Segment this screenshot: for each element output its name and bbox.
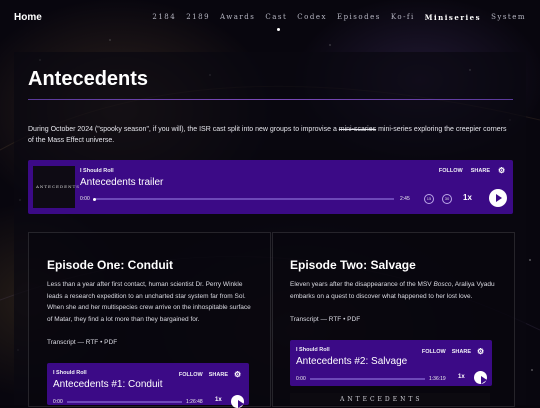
episode-title: Antecedents #2: Salvage (296, 356, 408, 367)
episode-1-transcript-links[interactable]: Transcript — RTF • PDF (47, 339, 117, 346)
player-actions: FOLLOW SHARE ⚙ (422, 347, 486, 356)
episode-1-title: Episode One: Conduit (47, 258, 173, 272)
playback-speed-button[interactable]: 1x (458, 374, 465, 380)
trailer-player: ANTECEDENTS I Should Roll Antecedents tr… (28, 160, 513, 214)
episode-title: Antecedents #1: Conduit (53, 379, 163, 390)
time-total: 2:45 (400, 196, 410, 202)
podcast-artwork: ANTECEDENTS (33, 166, 79, 208)
nav-item-system[interactable]: System (491, 13, 526, 22)
episode-2-ship-name: Bosco (433, 281, 452, 288)
skip-forward-icon[interactable]: 30 (442, 194, 452, 204)
play-icon[interactable] (489, 189, 507, 207)
player-actions: FOLLOW SHARE ⚙ (179, 370, 243, 379)
nav-item-episodes[interactable]: Episodes (337, 13, 381, 22)
nav-menu: 2184 2189 Awards Cast Codex Episodes Ko-… (152, 13, 526, 22)
follow-button[interactable]: FOLLOW (439, 168, 463, 174)
episode-2-description: Eleven years after the disappearance of … (290, 279, 500, 302)
nav-item-awards[interactable]: Awards (220, 13, 255, 22)
nav-item-cast[interactable]: Cast (265, 13, 287, 22)
intro-paragraph: During October 2024 ("spooky season", if… (28, 124, 513, 146)
home-link[interactable]: Home (14, 12, 42, 23)
episode-2-artwork-label: ANTECEDENTS (340, 396, 423, 403)
settings-icon[interactable]: ⚙ (234, 370, 243, 379)
intro-strikethrough: mini-scaries (338, 126, 377, 133)
play-icon[interactable] (474, 371, 487, 384)
episode-1-description: Less than a year after first contact, hu… (47, 281, 251, 323)
time-current: 0:00 (80, 196, 90, 202)
nav-item-2189[interactable]: 2189 (186, 13, 210, 22)
progress-knob[interactable] (93, 197, 96, 201)
podcast-publisher[interactable]: I Should Roll (53, 370, 87, 376)
playback-speed-button[interactable]: 1x (463, 193, 472, 202)
episode-2-player: I Should Roll FOLLOW SHARE ⚙ Antecedents… (290, 340, 492, 386)
progress-bar[interactable] (67, 401, 182, 403)
nav-item-codex[interactable]: Codex (297, 13, 327, 22)
progress-bar[interactable] (310, 378, 425, 380)
share-button[interactable]: SHARE (471, 168, 490, 174)
player-actions: FOLLOW SHARE ⚙ (439, 166, 507, 175)
nav-item-miniseries[interactable]: Miniseries (425, 13, 481, 22)
nav-item-kofi[interactable]: Ko-fi (391, 13, 415, 22)
title-divider (28, 99, 513, 100)
settings-icon[interactable]: ⚙ (477, 347, 486, 356)
episode-2-transcript-links[interactable]: Transcript — RTF • PDF (290, 316, 360, 323)
time-current: 0:00 (296, 376, 306, 382)
skip-back-icon[interactable]: 15 (424, 194, 434, 204)
time-current: 0:00 (53, 399, 63, 405)
progress-bar[interactable] (94, 198, 394, 200)
time-total: 1:26:48 (186, 399, 203, 405)
nav-item-2184[interactable]: 2184 (152, 13, 176, 22)
episode-title: Antecedents trailer (80, 177, 164, 188)
share-button[interactable]: SHARE (452, 349, 471, 355)
share-button[interactable]: SHARE (209, 372, 228, 378)
podcast-publisher[interactable]: I Should Roll (80, 168, 114, 174)
follow-button[interactable]: FOLLOW (179, 372, 203, 378)
episode-1-player: I Should Roll FOLLOW SHARE ⚙ Antecedents… (47, 363, 249, 408)
play-icon[interactable] (231, 395, 244, 408)
episode-2-desc-before: Eleven years after the disappearance of … (290, 281, 434, 288)
playback-speed-button[interactable]: 1x (215, 397, 222, 403)
intro-text-before: During October 2024 ("spooky season", if… (28, 126, 339, 133)
page-title: Antecedents (28, 68, 149, 90)
podcast-publisher[interactable]: I Should Roll (296, 347, 330, 353)
follow-button[interactable]: FOLLOW (422, 349, 446, 355)
settings-icon[interactable]: ⚙ (498, 166, 507, 175)
artwork-label: ANTECEDENTS (36, 184, 80, 189)
top-nav: Home 2184 2189 Awards Cast Codex Episode… (0, 0, 540, 36)
time-total: 1:36:19 (429, 376, 446, 382)
episode-2-title: Episode Two: Salvage (290, 258, 416, 272)
